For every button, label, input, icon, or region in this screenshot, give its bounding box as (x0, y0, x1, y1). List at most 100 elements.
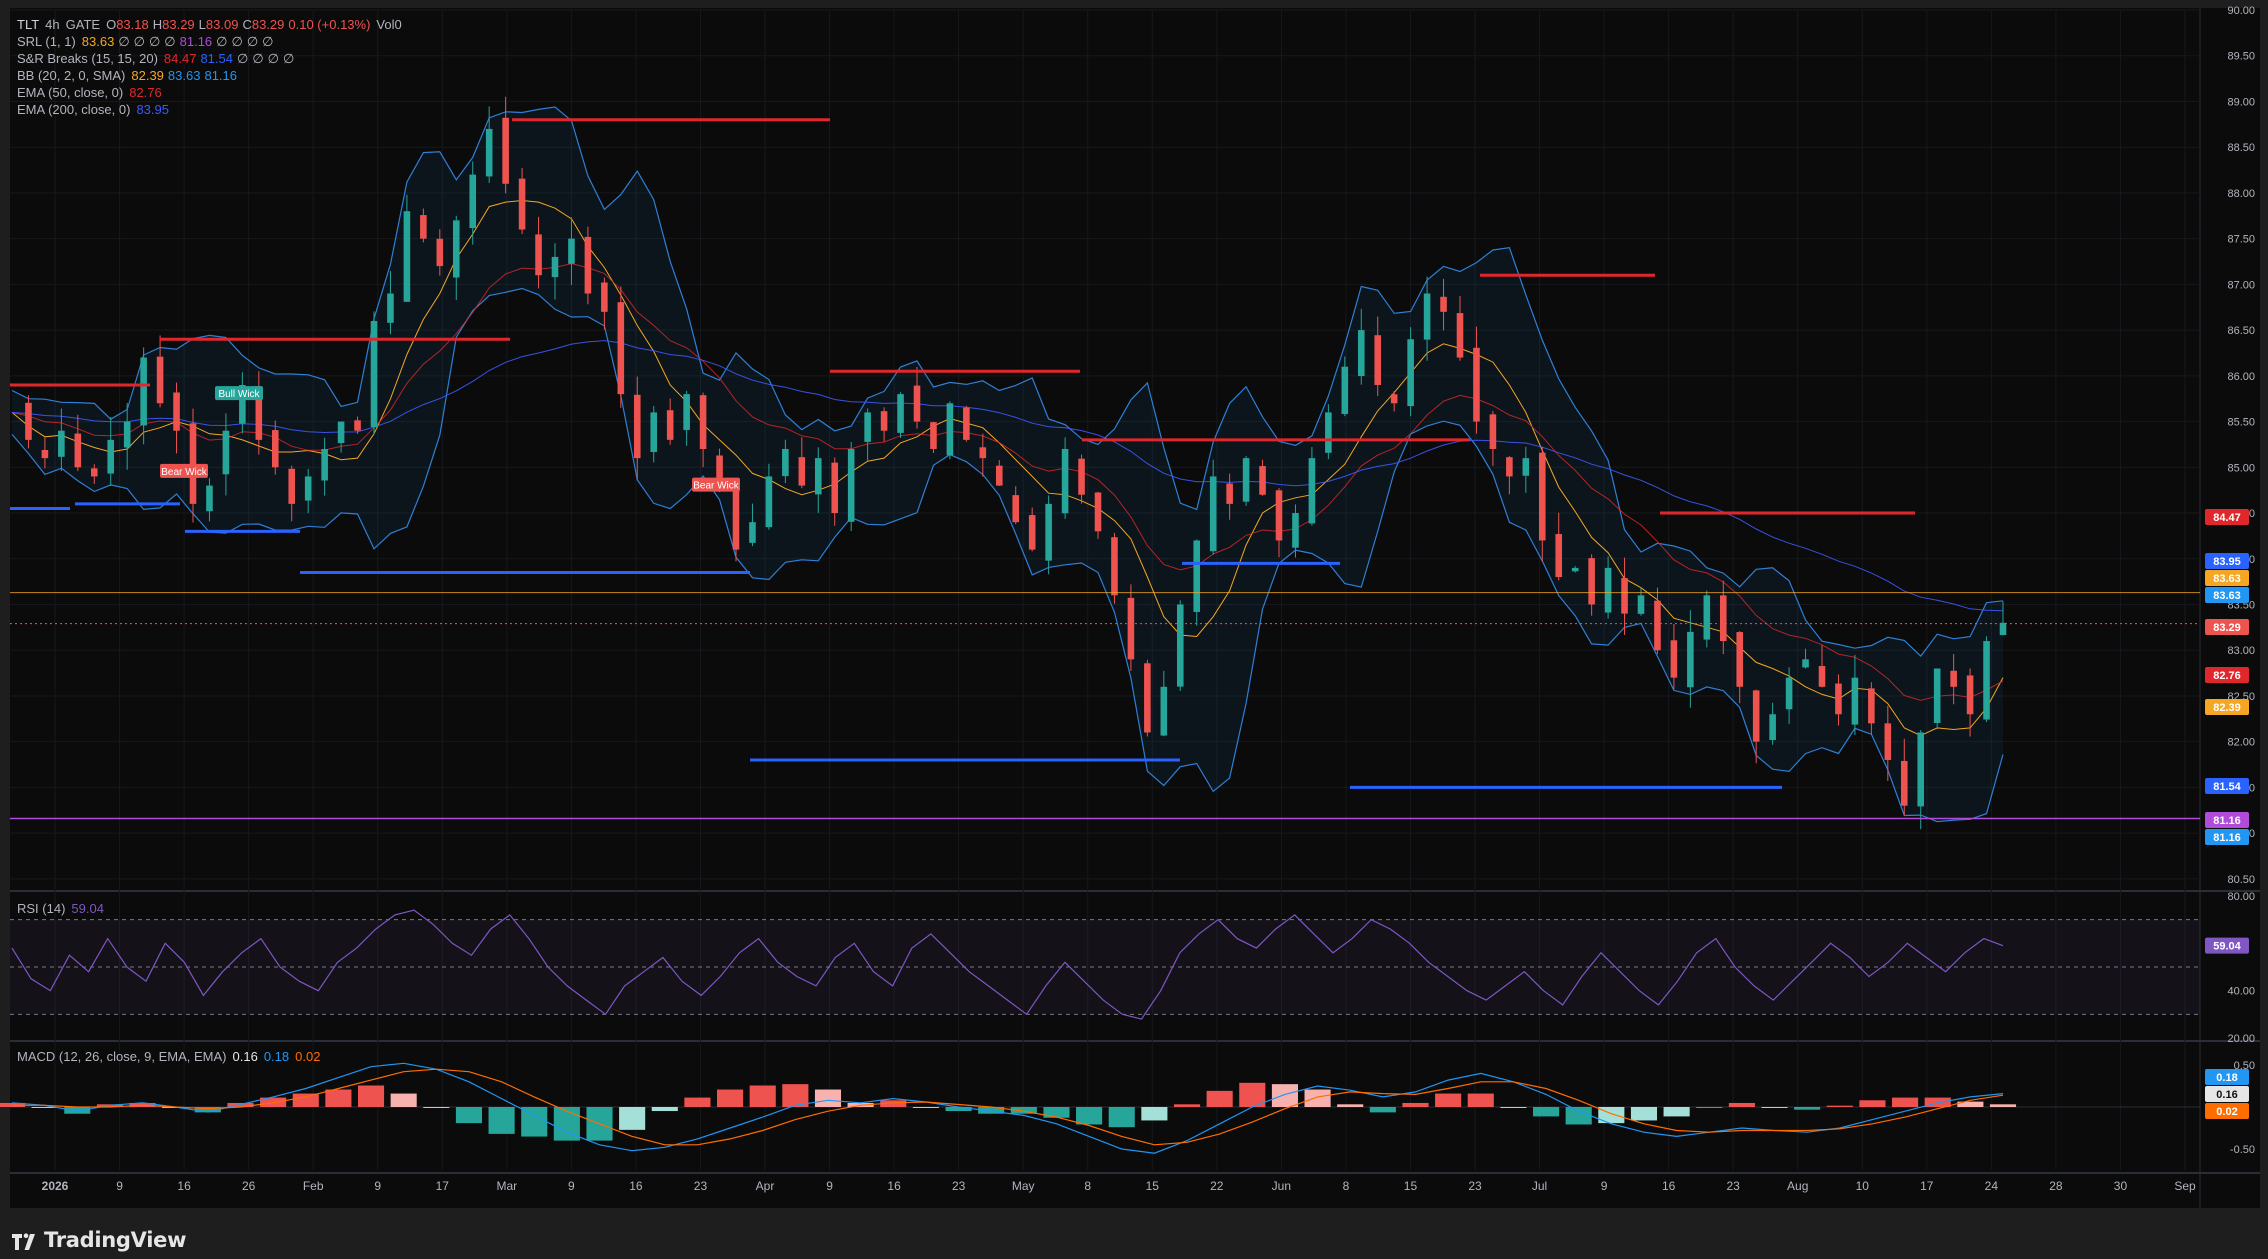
macd-histogram-bar (749, 1085, 776, 1107)
candle-body (206, 485, 213, 512)
y-axis-tick-label: 80.50 (2227, 874, 2255, 886)
candle-body (1654, 600, 1661, 651)
x-axis-tick-label: 23 (952, 1179, 966, 1193)
candle-body (452, 220, 460, 278)
macd-legend[interactable]: MACD (12, 26, close, 9, EMA, EMA) 0.16 0.1… (17, 1048, 326, 1065)
tradingview-logo[interactable]: TradingView (12, 1228, 186, 1252)
candle-body (551, 256, 559, 278)
macd-signal-value: 0.02 (295, 1049, 321, 1064)
candle-body (897, 394, 904, 433)
candle-body (946, 403, 954, 456)
chart-frame[interactable]: 2026 9 16 26 Feb 9 17 Mar 9 16 23 Apr 9 16 23 May 8 15 22 J… (0, 0, 2268, 1218)
candle-body (1835, 683, 1842, 715)
candle (930, 421, 937, 453)
candle-body (1670, 640, 1678, 678)
indicator-value: 83.95 (136, 102, 169, 117)
macd-histogram-bar (1565, 1107, 1592, 1125)
price-axis-badge: 83.63 (2205, 570, 2249, 586)
candle-body (666, 410, 674, 440)
candle-body (1719, 595, 1727, 642)
x-axis-tick-label: 26 (242, 1179, 256, 1193)
candle-body (337, 421, 345, 444)
candle-body (1325, 412, 1332, 453)
candle-body (58, 430, 65, 457)
price-axis-badge-text: 81.16 (2213, 815, 2241, 827)
candle-body (1094, 492, 1102, 532)
candle (1703, 590, 1711, 648)
candle-body (1407, 339, 1414, 407)
price-axis-badge: 83.95 (2205, 553, 2249, 569)
candle-body (1999, 622, 2007, 636)
price-axis-badge-text: 81.54 (2213, 781, 2241, 793)
indicator-legend-row[interactable]: SRL (1, 1) 83.63 ∅ ∅ ∅ ∅ 81.16 ∅ ∅ ∅ ∅ (17, 33, 408, 50)
macd-histogram-bar (64, 1107, 91, 1114)
candle-body (1357, 330, 1365, 377)
candle-body (1308, 458, 1316, 524)
candle-body (601, 282, 608, 312)
macd-axis-tick-label: -0.50 (2230, 1144, 2255, 1156)
x-axis-tick-label: 28 (2049, 1179, 2063, 1193)
y-axis-tick-label: 87.50 (2227, 234, 2255, 246)
indicator-value: 82.76 (129, 85, 162, 100)
indicator-value: ∅ (262, 34, 274, 49)
price-axis-badge-text: 83.95 (2213, 556, 2241, 568)
candle-body (189, 423, 197, 504)
candle-body (485, 128, 493, 177)
macd-histogram-bar (717, 1089, 744, 1107)
candle-body (650, 412, 658, 453)
rsi-value-badge-text: 59.04 (2213, 941, 2241, 953)
candle-body (1884, 723, 1892, 760)
macd-histogram-bar (1728, 1102, 1755, 1107)
candle-body (798, 457, 806, 486)
macd-histogram-bar (1141, 1107, 1168, 1121)
indicator-name: EMA (200, close, 0) (17, 102, 131, 117)
candle (1111, 532, 1118, 604)
candle-body (518, 178, 526, 230)
price-axis-badge: 81.16 (2205, 829, 2249, 845)
price-axis-badge: 81.16 (2205, 812, 2249, 828)
rsi-axis-tick-label: 20.00 (2227, 1033, 2255, 1045)
indicator-legend-row[interactable]: S&R Breaks (15, 15, 20) 84.47 81.54 ∅ ∅ ∅ ∅ (17, 50, 408, 67)
candle-body (1983, 641, 1990, 720)
wick-label-text: Bull Wick (218, 389, 260, 400)
ohlc-legend-row[interactable]: TLT 4h GATE O83.18 H83.29 L83.09 C83.29 0.10 (+… (17, 16, 408, 33)
candle-body (568, 238, 575, 264)
candle-body (1111, 537, 1118, 596)
candle-body (1966, 675, 1974, 715)
macd-histogram-bar (1532, 1107, 1560, 1117)
indicator-legend-row[interactable]: EMA (200, close, 0) 83.95 (17, 101, 408, 118)
candle (963, 405, 970, 442)
indicator-value: ∅ (252, 51, 264, 66)
rsi-legend[interactable]: RSI (14) 59.04 (17, 900, 110, 917)
wick-label: Bear Wick (160, 463, 208, 478)
macd-histogram-bar (423, 1107, 450, 1108)
macd-histogram-bar (1630, 1107, 1658, 1121)
indicator-legends: SRL (1, 1) 83.63 ∅ ∅ ∅ ∅ 81.16 ∅ ∅ ∅ ∅ S&R Breaks (… (17, 33, 408, 118)
x-axis-tick-label: 23 (694, 1179, 708, 1193)
candle-body (633, 394, 641, 459)
y-axis-tick-label: 87.00 (2227, 279, 2255, 291)
macd-line-value: 0.18 (263, 1049, 290, 1064)
indicator-value: 82.39 (131, 68, 164, 83)
wick-label-text: Bear Wick (161, 467, 208, 478)
x-axis-tick-label: 2026 (42, 1179, 69, 1193)
indicator-legend-row[interactable]: BB (20, 2, 0, SMA) 82.39 83.63 81.16 (17, 67, 408, 84)
candle-body (41, 449, 49, 459)
x-axis-tick-label: 16 (629, 1179, 643, 1193)
price-axis-badge: 83.29 (2205, 619, 2249, 635)
candle-body (1604, 567, 1612, 613)
candle-body (502, 117, 509, 184)
candle-body (1588, 558, 1595, 605)
macd-histogram-bar (1696, 1107, 1723, 1108)
candle (1325, 404, 1332, 460)
candle (847, 441, 855, 532)
chart-canvas[interactable]: 2026 9 16 26 Feb 9 17 Mar 9 16 23 Apr 9 16 23 May 8 15 22 J… (0, 0, 2268, 1218)
x-axis-tick-label: 23 (1468, 1179, 1482, 1193)
indicator-legend-row[interactable]: EMA (50, close, 0) 82.76 (17, 84, 408, 101)
candle-body (304, 476, 312, 501)
x-axis-tick-label: Sep (2174, 1179, 2196, 1193)
indicator-value: 83.63 (167, 68, 201, 83)
macd-histogram-bar (1206, 1090, 1233, 1107)
macd-histogram-bar (455, 1107, 483, 1124)
open-value: O83.18 (106, 17, 149, 32)
